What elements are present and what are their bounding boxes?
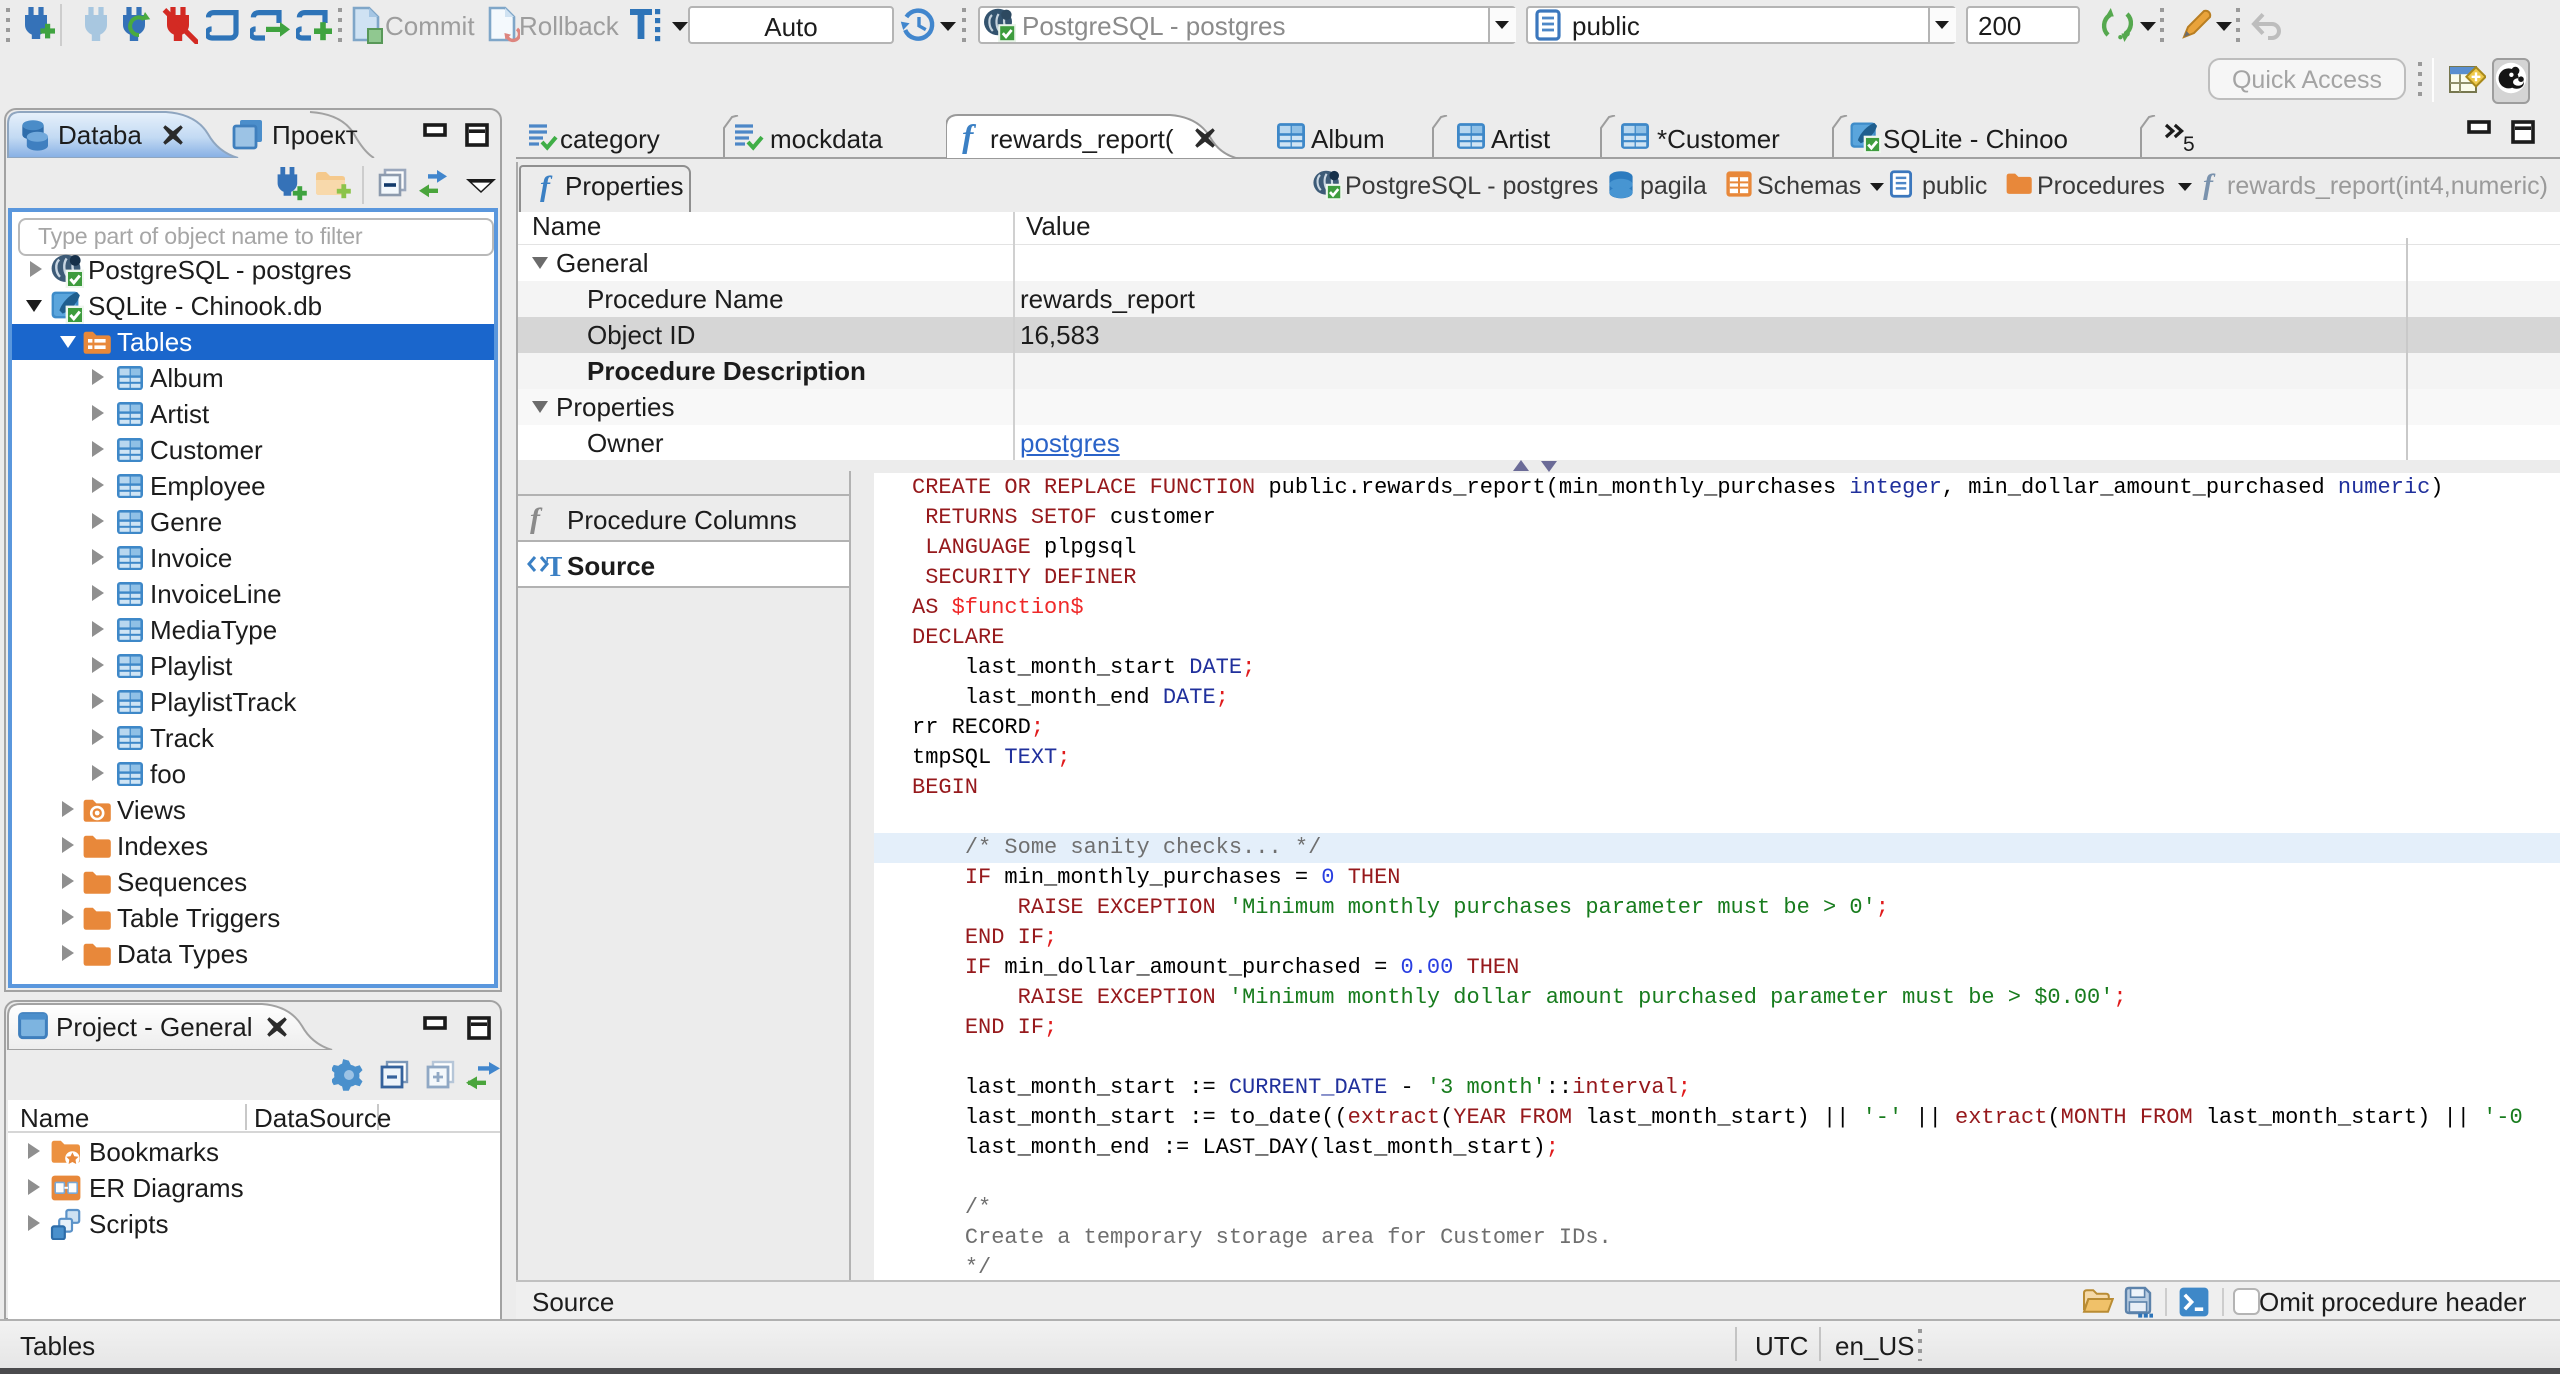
svg-text:f: f — [540, 170, 553, 202]
svg-text:5: 5 — [2183, 133, 2195, 154]
svg-text:f: f — [2203, 168, 2216, 200]
svg-text:f: f — [530, 502, 543, 534]
svg-text:f: f — [962, 120, 977, 154]
svg-text:T: T — [546, 552, 562, 580]
